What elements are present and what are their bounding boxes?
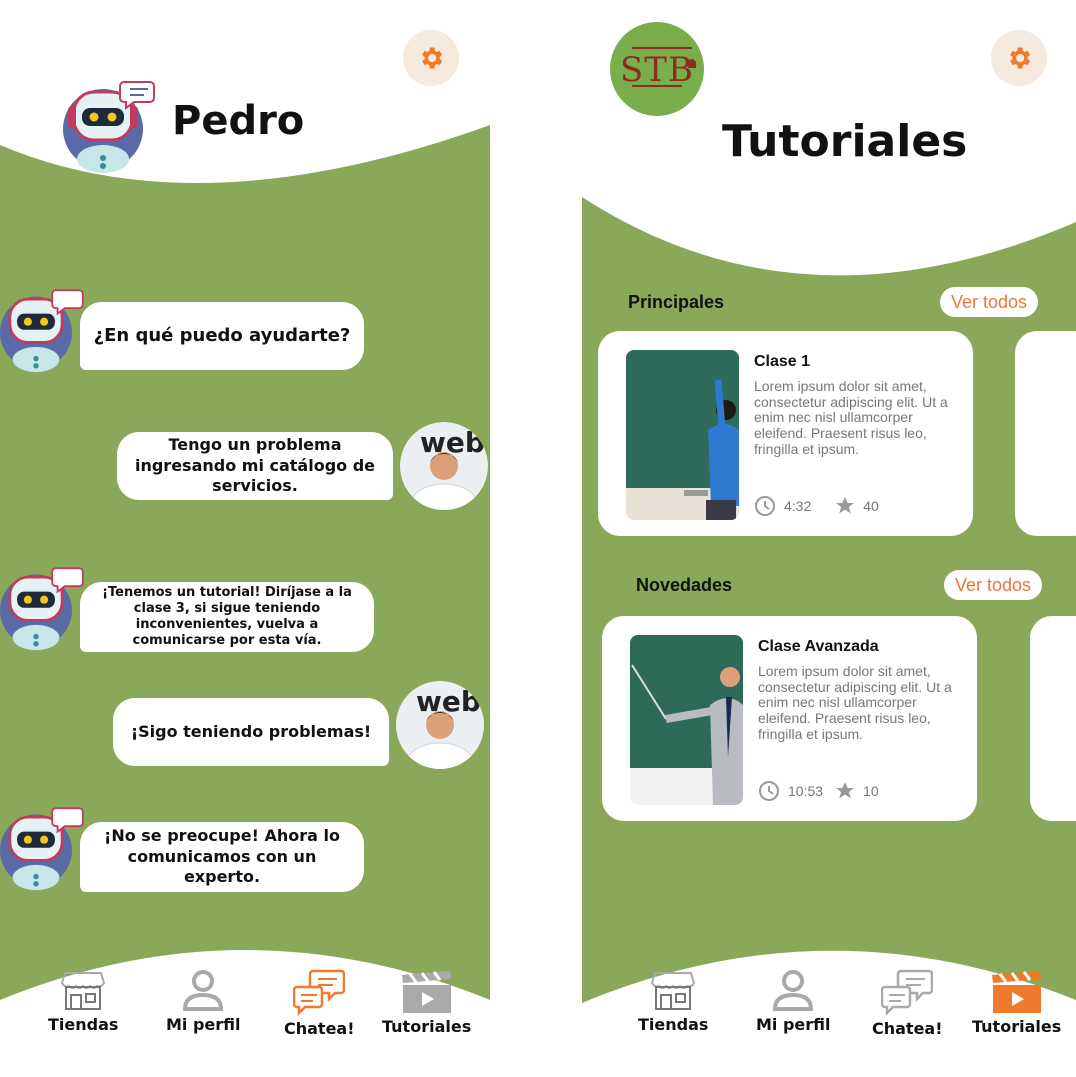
user-icon	[773, 970, 814, 1011]
logo-text: STB	[620, 50, 694, 90]
bot-name: Pedro	[172, 98, 305, 144]
nav-item-chatea[interactable]: Chatea!	[284, 969, 355, 1038]
chat-message-user: ¡Sigo teniendo problemas!	[113, 698, 389, 766]
tutorial-thumbnail	[630, 635, 743, 805]
rating: 40	[863, 498, 879, 514]
card-title: Clase 1	[754, 353, 811, 370]
nav-item-tiendas[interactable]: Tiendas	[638, 969, 708, 1034]
see-all-button[interactable]: Ver todos	[944, 570, 1042, 600]
settings-button[interactable]	[991, 30, 1047, 86]
chat-message-bot: ¡Tenemos un tutorial! Diríjase a la clas…	[80, 582, 374, 652]
clapperboard-icon	[991, 971, 1041, 1013]
nav-item-mi-perfil[interactable]: Mi perfil	[166, 967, 241, 1034]
tutorials-screen: STB Tutoriales Principales Ver todos Cla…	[582, 0, 1076, 1077]
card-title: Clase Avanzada	[758, 638, 879, 655]
bot-avatar	[0, 567, 84, 651]
chat-message-bot: ¡No se preocupe! Ahora lo comunicamos co…	[80, 822, 364, 892]
duration: 10:53	[788, 783, 824, 799]
clock-icon	[755, 496, 775, 516]
nav-label: Tiendas	[48, 1015, 119, 1034]
clapperboard-icon	[401, 971, 451, 1013]
section-title: Principales	[628, 292, 725, 312]
store-icon	[61, 972, 106, 1010]
tutorial-card[interactable]: Clase Avanzada Lorem ipsum dolor sit ame…	[602, 616, 977, 821]
nav-label: Mi perfil	[166, 1015, 241, 1034]
card-meta: 10:53 10	[758, 780, 879, 802]
card-description: Lorem ipsum dolor sit amet, consectetur …	[754, 378, 948, 457]
duration: 4:32	[784, 498, 812, 514]
see-all-button[interactable]: Ver todos	[940, 287, 1038, 317]
nav-item-tutoriales[interactable]: Tutoriales	[972, 969, 1061, 1036]
user-avatar: web	[396, 681, 484, 769]
chat-bubbles-icon	[293, 969, 346, 1017]
nav-label: Mi perfil	[756, 1015, 831, 1034]
chat-screen: Pedro ¿En qué puedo ayudarte? Tengo un p…	[0, 0, 490, 1077]
gear-icon	[1010, 47, 1031, 69]
nav-item-chatea[interactable]: Chatea!	[872, 969, 943, 1038]
nav-item-mi-perfil[interactable]: Mi perfil	[756, 967, 831, 1034]
user-icon	[183, 970, 224, 1011]
tutorial-card[interactable]: Clase 1 Lorem ipsum dolor sit amet, cons…	[598, 331, 973, 536]
chat-message-bot: ¿En qué puedo ayudarte?	[80, 302, 364, 370]
bot-avatar	[63, 81, 155, 173]
tutorial-card-partial[interactable]	[1015, 331, 1076, 536]
rating: 10	[863, 783, 879, 799]
nav-label: Chatea!	[284, 1019, 355, 1038]
user-avatar: web	[400, 422, 488, 510]
nav-item-tiendas[interactable]: Tiendas	[48, 969, 118, 1034]
settings-button[interactable]	[403, 30, 459, 86]
nav-item-tutoriales[interactable]: Tutoriales	[382, 969, 471, 1036]
bot-avatar	[0, 807, 84, 891]
stb-logo: STB	[610, 22, 704, 116]
nav-label: Chatea!	[872, 1019, 943, 1038]
star-icon	[836, 782, 855, 799]
bottom-nav: Tiendas Mi perfil Chatea! Tutoriales	[0, 969, 490, 1077]
page-title: Tutoriales	[722, 116, 968, 167]
clock-icon	[759, 781, 779, 801]
nav-label: Tutoriales	[972, 1017, 1062, 1036]
tutorial-card-partial[interactable]	[1030, 616, 1076, 821]
section-title: Novedades	[636, 575, 733, 595]
chat-bubbles-icon	[881, 969, 934, 1017]
card-meta: 4:32 40	[754, 495, 879, 517]
tutorial-thumbnail	[626, 350, 739, 520]
chat-message-user: Tengo un problema ingresando mi catálogo…	[117, 432, 393, 500]
store-icon	[651, 972, 696, 1010]
bottom-nav: Tiendas Mi perfil Chatea! Tutoriales	[582, 969, 1076, 1077]
star-icon	[836, 497, 855, 514]
nav-label: Tiendas	[638, 1015, 709, 1034]
gear-icon	[422, 47, 443, 69]
bot-avatar	[0, 289, 84, 373]
card-description: Lorem ipsum dolor sit amet, consectetur …	[758, 663, 952, 742]
nav-label: Tutoriales	[382, 1017, 472, 1036]
